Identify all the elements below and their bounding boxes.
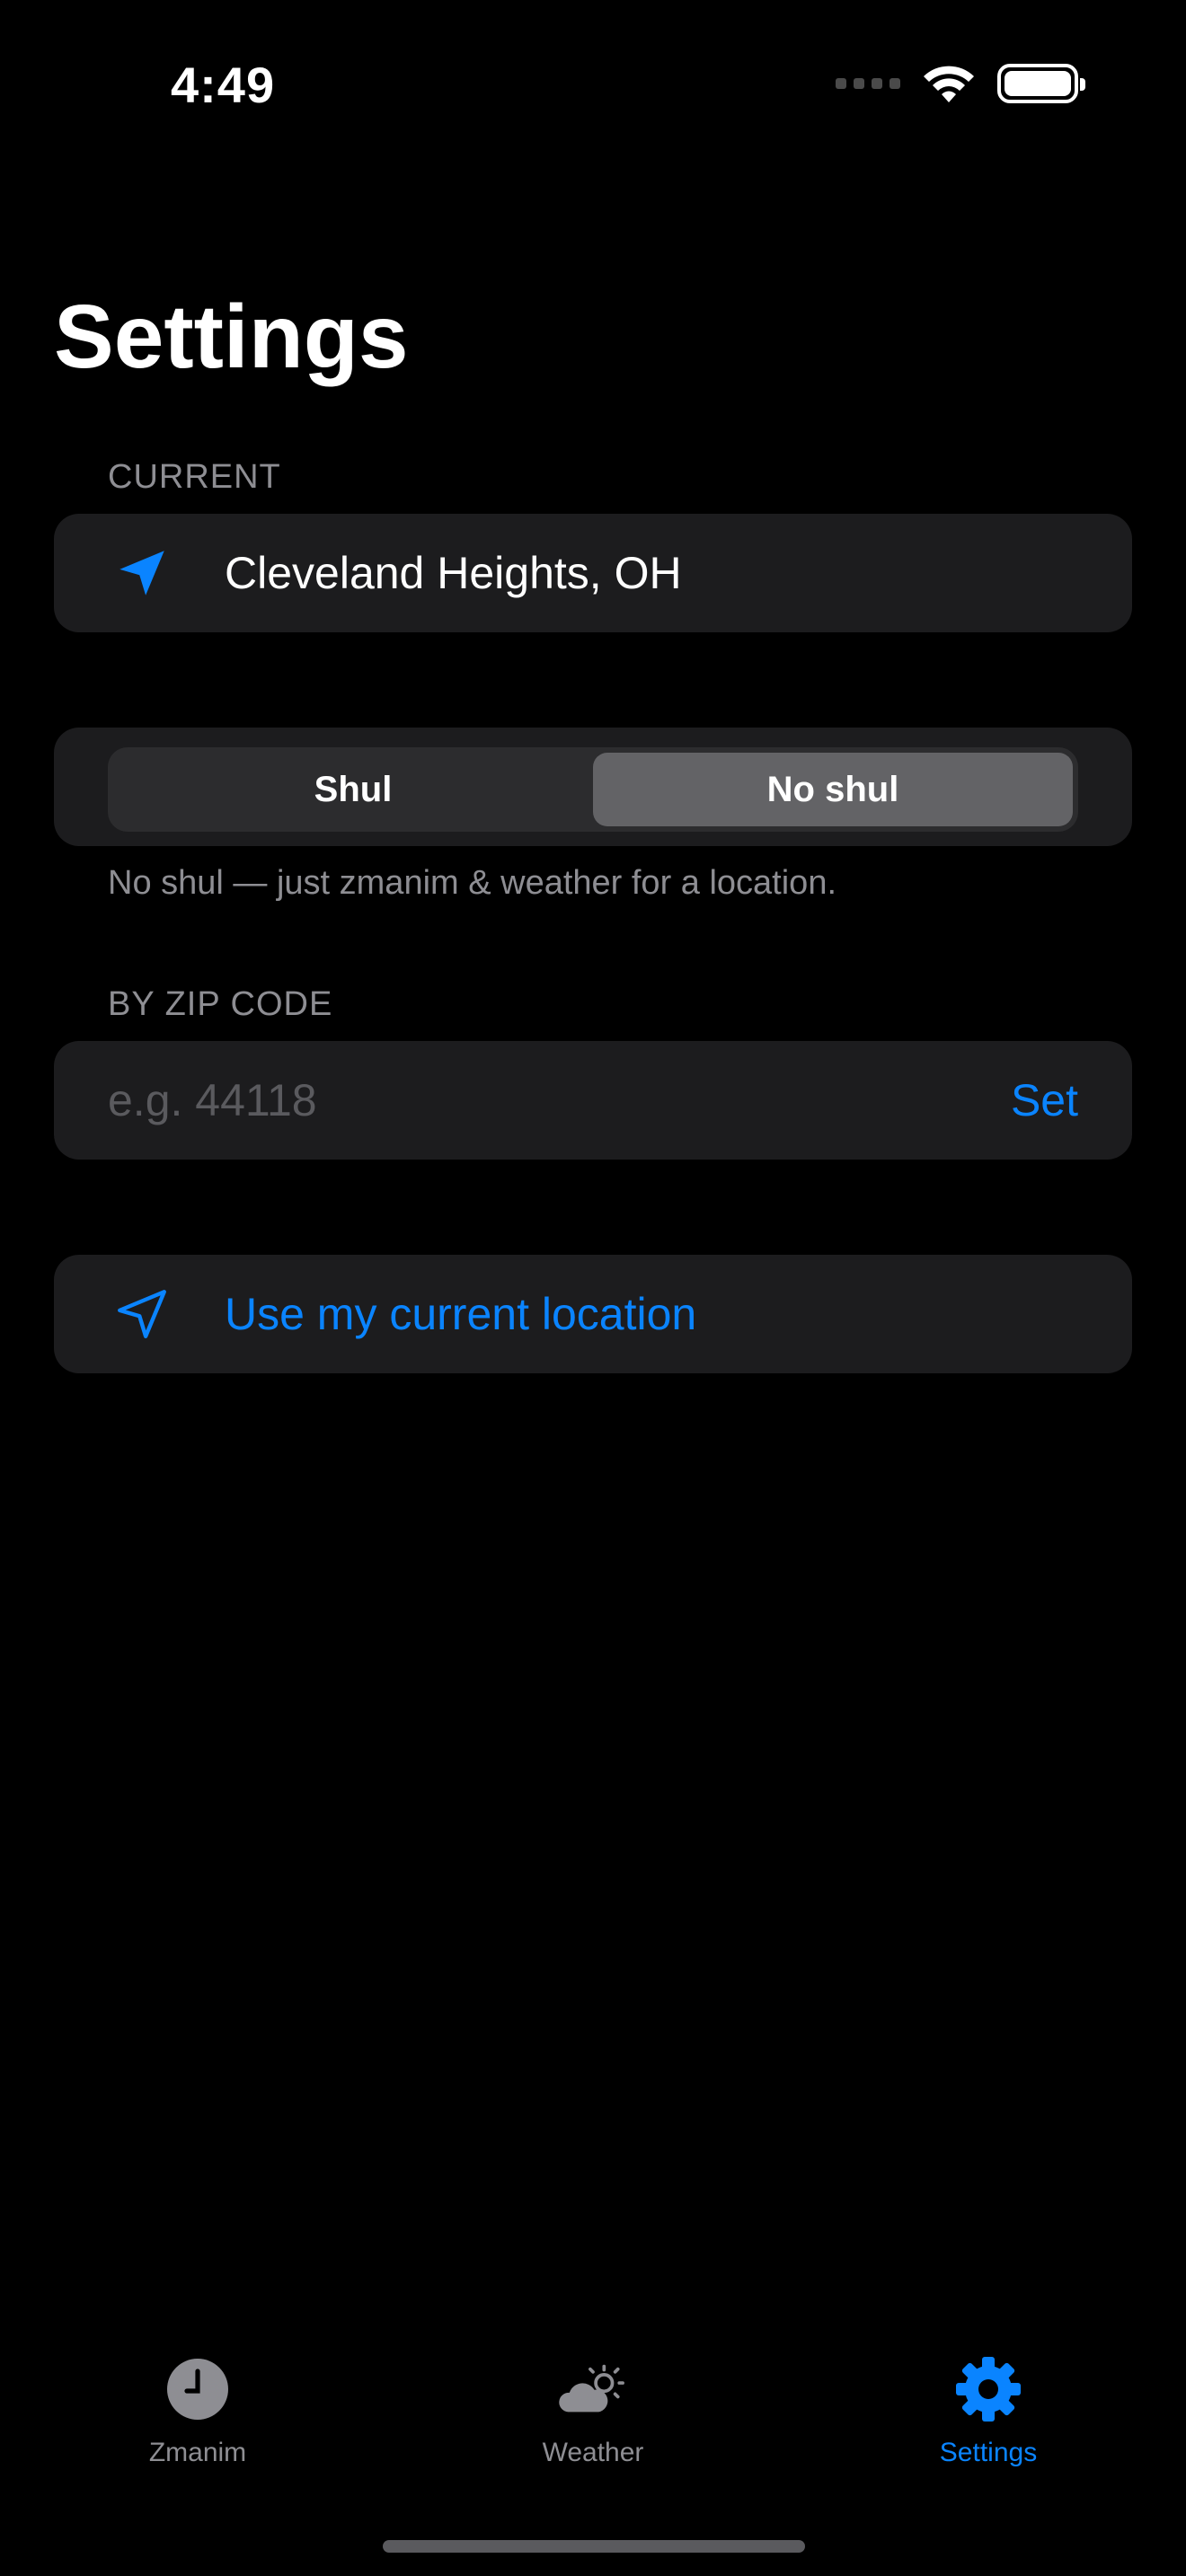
zip-card: Set [54, 1041, 1132, 1160]
cellular-signal-icon [836, 78, 900, 89]
tab-settings-label: Settings [939, 2438, 1038, 2467]
wifi-icon [924, 66, 974, 102]
location-arrow-filled-icon [110, 541, 174, 605]
status-icons [836, 63, 1085, 104]
current-location-card: Cleveland Heights, OH [54, 514, 1132, 632]
status-time: 4:49 [171, 57, 276, 113]
set-zip-button[interactable]: Set [1011, 1074, 1078, 1126]
segment-no-shul[interactable]: No shul [593, 753, 1073, 826]
cloud-sun-icon [557, 2353, 629, 2425]
zip-input[interactable] [108, 1074, 1011, 1126]
tab-zmanim[interactable]: Zmanim [0, 2353, 395, 2497]
tab-bar: Zmanim Weather Settings [0, 2353, 1186, 2497]
clock-icon [162, 2353, 234, 2425]
current-location-text: Cleveland Heights, OH [225, 548, 682, 598]
battery-icon [997, 64, 1085, 103]
location-arrow-outline-icon [110, 1282, 174, 1346]
tab-weather[interactable]: Weather [395, 2353, 791, 2497]
current-section-label: CURRENT [108, 458, 281, 496]
gear-icon [952, 2353, 1024, 2425]
mode-helper-text: No shul — just zmanim & weather for a lo… [108, 864, 837, 902]
settings-screen: 4:49 Settings CURRENT Cleveland Heights,… [0, 0, 1186, 2576]
mode-card: Shul No shul [54, 728, 1132, 846]
tab-settings[interactable]: Settings [791, 2353, 1186, 2497]
home-indicator [383, 2540, 805, 2553]
use-current-location-label: Use my current location [225, 1289, 697, 1339]
segment-shul[interactable]: Shul [113, 753, 593, 826]
mode-segmented-control: Shul No shul [108, 747, 1078, 832]
page-title: Settings [54, 287, 409, 387]
tab-weather-label: Weather [542, 2438, 644, 2467]
tab-zmanim-label: Zmanim [148, 2438, 247, 2467]
zip-section-label: BY ZIP CODE [108, 985, 333, 1023]
use-current-location-button[interactable]: Use my current location [54, 1255, 1132, 1373]
